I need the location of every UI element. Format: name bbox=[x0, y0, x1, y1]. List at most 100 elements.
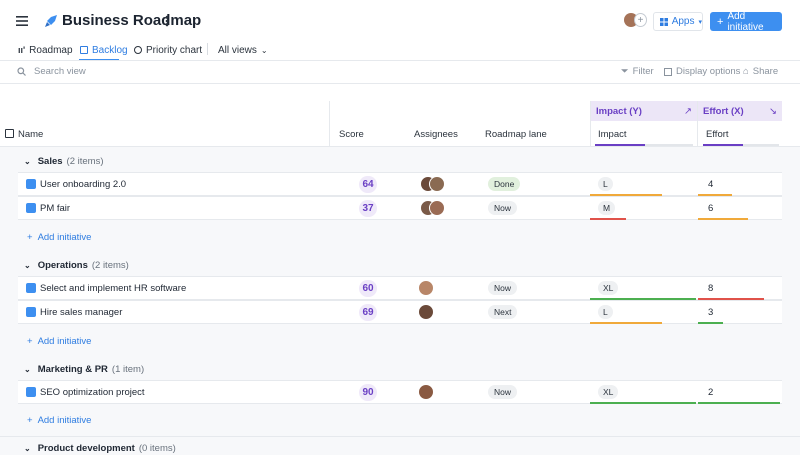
add-initiative-link[interactable]: + Add initiative bbox=[27, 415, 91, 426]
impact-badge[interactable]: L bbox=[598, 177, 613, 191]
table-row[interactable]: SEO optimization project 90 Now XL 2 bbox=[18, 380, 782, 404]
effort-value[interactable]: 6 bbox=[708, 197, 713, 219]
group-header-product-development[interactable]: ⌄ Product development (0 items) bbox=[24, 443, 176, 454]
group-header-operations[interactable]: ⌄ Operations (2 items) bbox=[24, 260, 129, 271]
column-header-assignees[interactable]: Assignees bbox=[414, 129, 458, 140]
tab-priority-chart[interactable]: Priority chart bbox=[134, 40, 202, 60]
tab-label: Roadmap bbox=[29, 44, 73, 56]
roadmap-lane-badge[interactable]: Done bbox=[488, 177, 521, 191]
chevron-down-icon: ⌄ bbox=[24, 157, 31, 166]
display-options-label: Display options bbox=[676, 66, 741, 77]
select-all-checkbox[interactable] bbox=[5, 129, 14, 138]
search-input[interactable]: Search view bbox=[17, 66, 86, 77]
table-row[interactable]: User onboarding 2.0 64 Done L 4 bbox=[18, 172, 782, 196]
impact-badge[interactable]: L bbox=[598, 305, 613, 319]
display-options-button[interactable]: Display options bbox=[664, 66, 740, 77]
group-name: Product development bbox=[37, 443, 135, 454]
effort-sort-track bbox=[743, 144, 779, 146]
column-header-name[interactable]: Name bbox=[18, 129, 43, 140]
group-name: Marketing & PR bbox=[37, 364, 108, 375]
initiative-name[interactable]: PM fair bbox=[40, 197, 70, 219]
hamburger-menu-icon[interactable] bbox=[14, 13, 30, 29]
add-initiative-button[interactable]: + Add initiative bbox=[710, 11, 782, 33]
effort-bar bbox=[698, 322, 723, 324]
roadmap-lane-badge[interactable]: Now bbox=[488, 201, 518, 215]
effort-bar bbox=[698, 218, 748, 220]
divider bbox=[0, 436, 800, 437]
more-options-icon[interactable] bbox=[162, 13, 172, 29]
score-badge: 69 bbox=[359, 304, 377, 321]
table-row[interactable]: Select and implement HR software 60 Now … bbox=[18, 276, 782, 300]
add-initiative-label: Add initiative bbox=[37, 415, 92, 426]
plus-icon: + bbox=[634, 13, 647, 27]
tab-roadmap[interactable]: ıı' Roadmap bbox=[18, 40, 73, 60]
rocket-icon bbox=[26, 387, 36, 397]
all-views-dropdown[interactable]: All views ⌄ bbox=[218, 40, 268, 60]
impact-badge[interactable]: XL bbox=[598, 385, 619, 399]
rocket-icon bbox=[26, 203, 36, 213]
add-initiative-link[interactable]: + Add initiative bbox=[27, 336, 91, 347]
effort-value[interactable]: 3 bbox=[708, 301, 713, 323]
rocket-icon bbox=[26, 283, 36, 293]
roadmap-lane-badge[interactable]: Now bbox=[488, 385, 518, 399]
filter-button[interactable]: ⏷ Filter bbox=[621, 66, 654, 77]
chevron-down-icon: ⌄ bbox=[260, 45, 268, 55]
impact-badge[interactable]: M bbox=[598, 201, 616, 215]
effort-value[interactable]: 8 bbox=[708, 277, 713, 299]
effort-value[interactable]: 2 bbox=[708, 381, 713, 403]
roadmap-lane-badge[interactable]: Next bbox=[488, 305, 518, 319]
impact-y-label: Impact (Y) bbox=[596, 105, 642, 117]
initiative-name[interactable]: Hire sales manager bbox=[40, 301, 122, 323]
apps-button[interactable]: Apps ▾ bbox=[653, 12, 703, 31]
impact-bar bbox=[590, 402, 696, 404]
column-header-effort[interactable]: Effort bbox=[706, 129, 729, 140]
rocket-icon bbox=[43, 13, 59, 29]
score-badge: 90 bbox=[359, 384, 377, 401]
avatar bbox=[418, 384, 434, 400]
effort-x-header[interactable]: Effort (X) ↘ bbox=[698, 101, 782, 121]
initiative-name[interactable]: Select and implement HR software bbox=[40, 277, 186, 299]
initiative-name[interactable]: SEO optimization project bbox=[40, 381, 145, 403]
table-row[interactable]: PM fair 37 Now M 6 bbox=[18, 196, 782, 220]
filter-label: Filter bbox=[632, 66, 654, 77]
tab-label: Priority chart bbox=[146, 44, 203, 56]
rocket-icon bbox=[26, 307, 36, 317]
add-initiative-label: Add initiative bbox=[37, 232, 92, 243]
impact-y-header[interactable]: Impact (Y) ↗ bbox=[591, 101, 697, 121]
plus-icon: + bbox=[27, 232, 33, 243]
share-button[interactable]: ⌂ Share bbox=[743, 66, 778, 77]
group-count: (2 items) bbox=[66, 156, 104, 167]
invite-members-button[interactable]: + bbox=[624, 12, 647, 30]
score-badge: 64 bbox=[359, 176, 377, 193]
roadmap-icon: ıı' bbox=[18, 45, 26, 55]
add-initiative-label: Add initiative bbox=[37, 336, 92, 347]
group-count: (0 items) bbox=[138, 443, 176, 454]
group-header-sales[interactable]: ⌄ Sales (2 items) bbox=[24, 156, 103, 167]
avatar bbox=[418, 304, 434, 320]
column-header-impact[interactable]: Impact bbox=[598, 129, 627, 140]
roadmap-lane-badge[interactable]: Now bbox=[488, 281, 518, 295]
add-initiative-link[interactable]: + Add initiative bbox=[27, 232, 91, 243]
avatar bbox=[429, 176, 445, 192]
table-row[interactable]: Hire sales manager 69 Next L 3 bbox=[18, 300, 782, 324]
group-header-marketing-pr[interactable]: ⌄ Marketing & PR (1 item) bbox=[24, 364, 144, 375]
initiative-name[interactable]: User onboarding 2.0 bbox=[40, 173, 126, 195]
trending-up-icon: ↗ bbox=[684, 105, 692, 117]
column-header-roadmap-lane[interactable]: Roadmap lane bbox=[485, 129, 547, 140]
search-placeholder: Search view bbox=[34, 66, 86, 77]
group-name: Sales bbox=[37, 156, 63, 167]
backlog-icon bbox=[80, 46, 88, 54]
effort-value[interactable]: 4 bbox=[708, 173, 713, 195]
impact-badge[interactable]: XL bbox=[598, 281, 619, 295]
plus-icon: + bbox=[717, 15, 724, 28]
tab-backlog[interactable]: Backlog bbox=[80, 40, 128, 60]
top-bar: Business Roadmap + Apps ▾ + Add initiati… bbox=[0, 0, 800, 40]
group-name: Operations bbox=[37, 260, 88, 271]
caret-down-icon: ▾ bbox=[698, 18, 702, 26]
tab-label: Backlog bbox=[92, 44, 128, 56]
filter-icon: ⏷ bbox=[621, 66, 629, 77]
effort-bar bbox=[698, 402, 780, 404]
chevron-down-icon: ⌄ bbox=[24, 444, 31, 453]
apps-label: Apps bbox=[671, 16, 695, 27]
column-header-score[interactable]: Score bbox=[339, 129, 364, 140]
